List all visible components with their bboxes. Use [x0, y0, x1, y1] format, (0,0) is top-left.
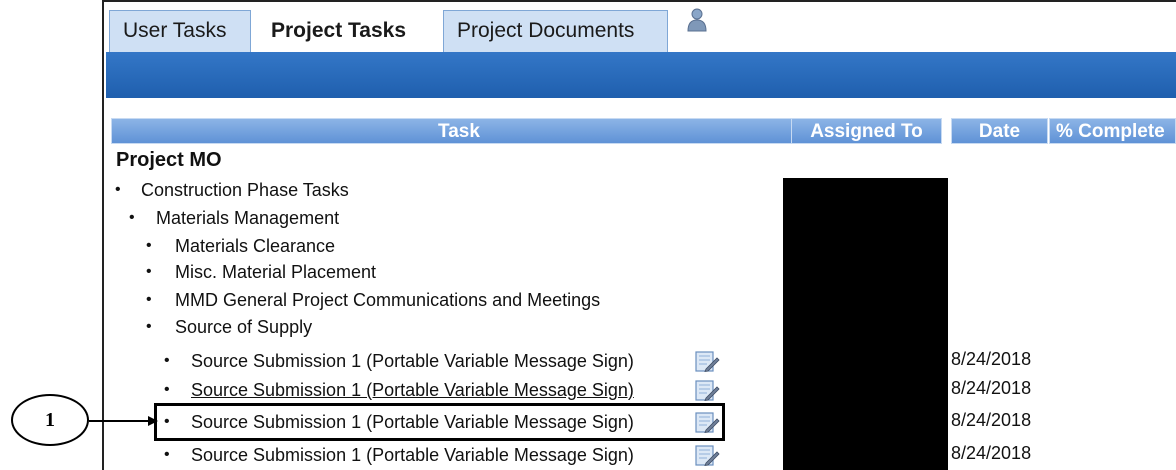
app-window: User Tasks Project Tasks Project Documen…	[0, 0, 1176, 470]
callout-number: 1	[11, 394, 89, 446]
callout-arrow	[89, 416, 158, 426]
